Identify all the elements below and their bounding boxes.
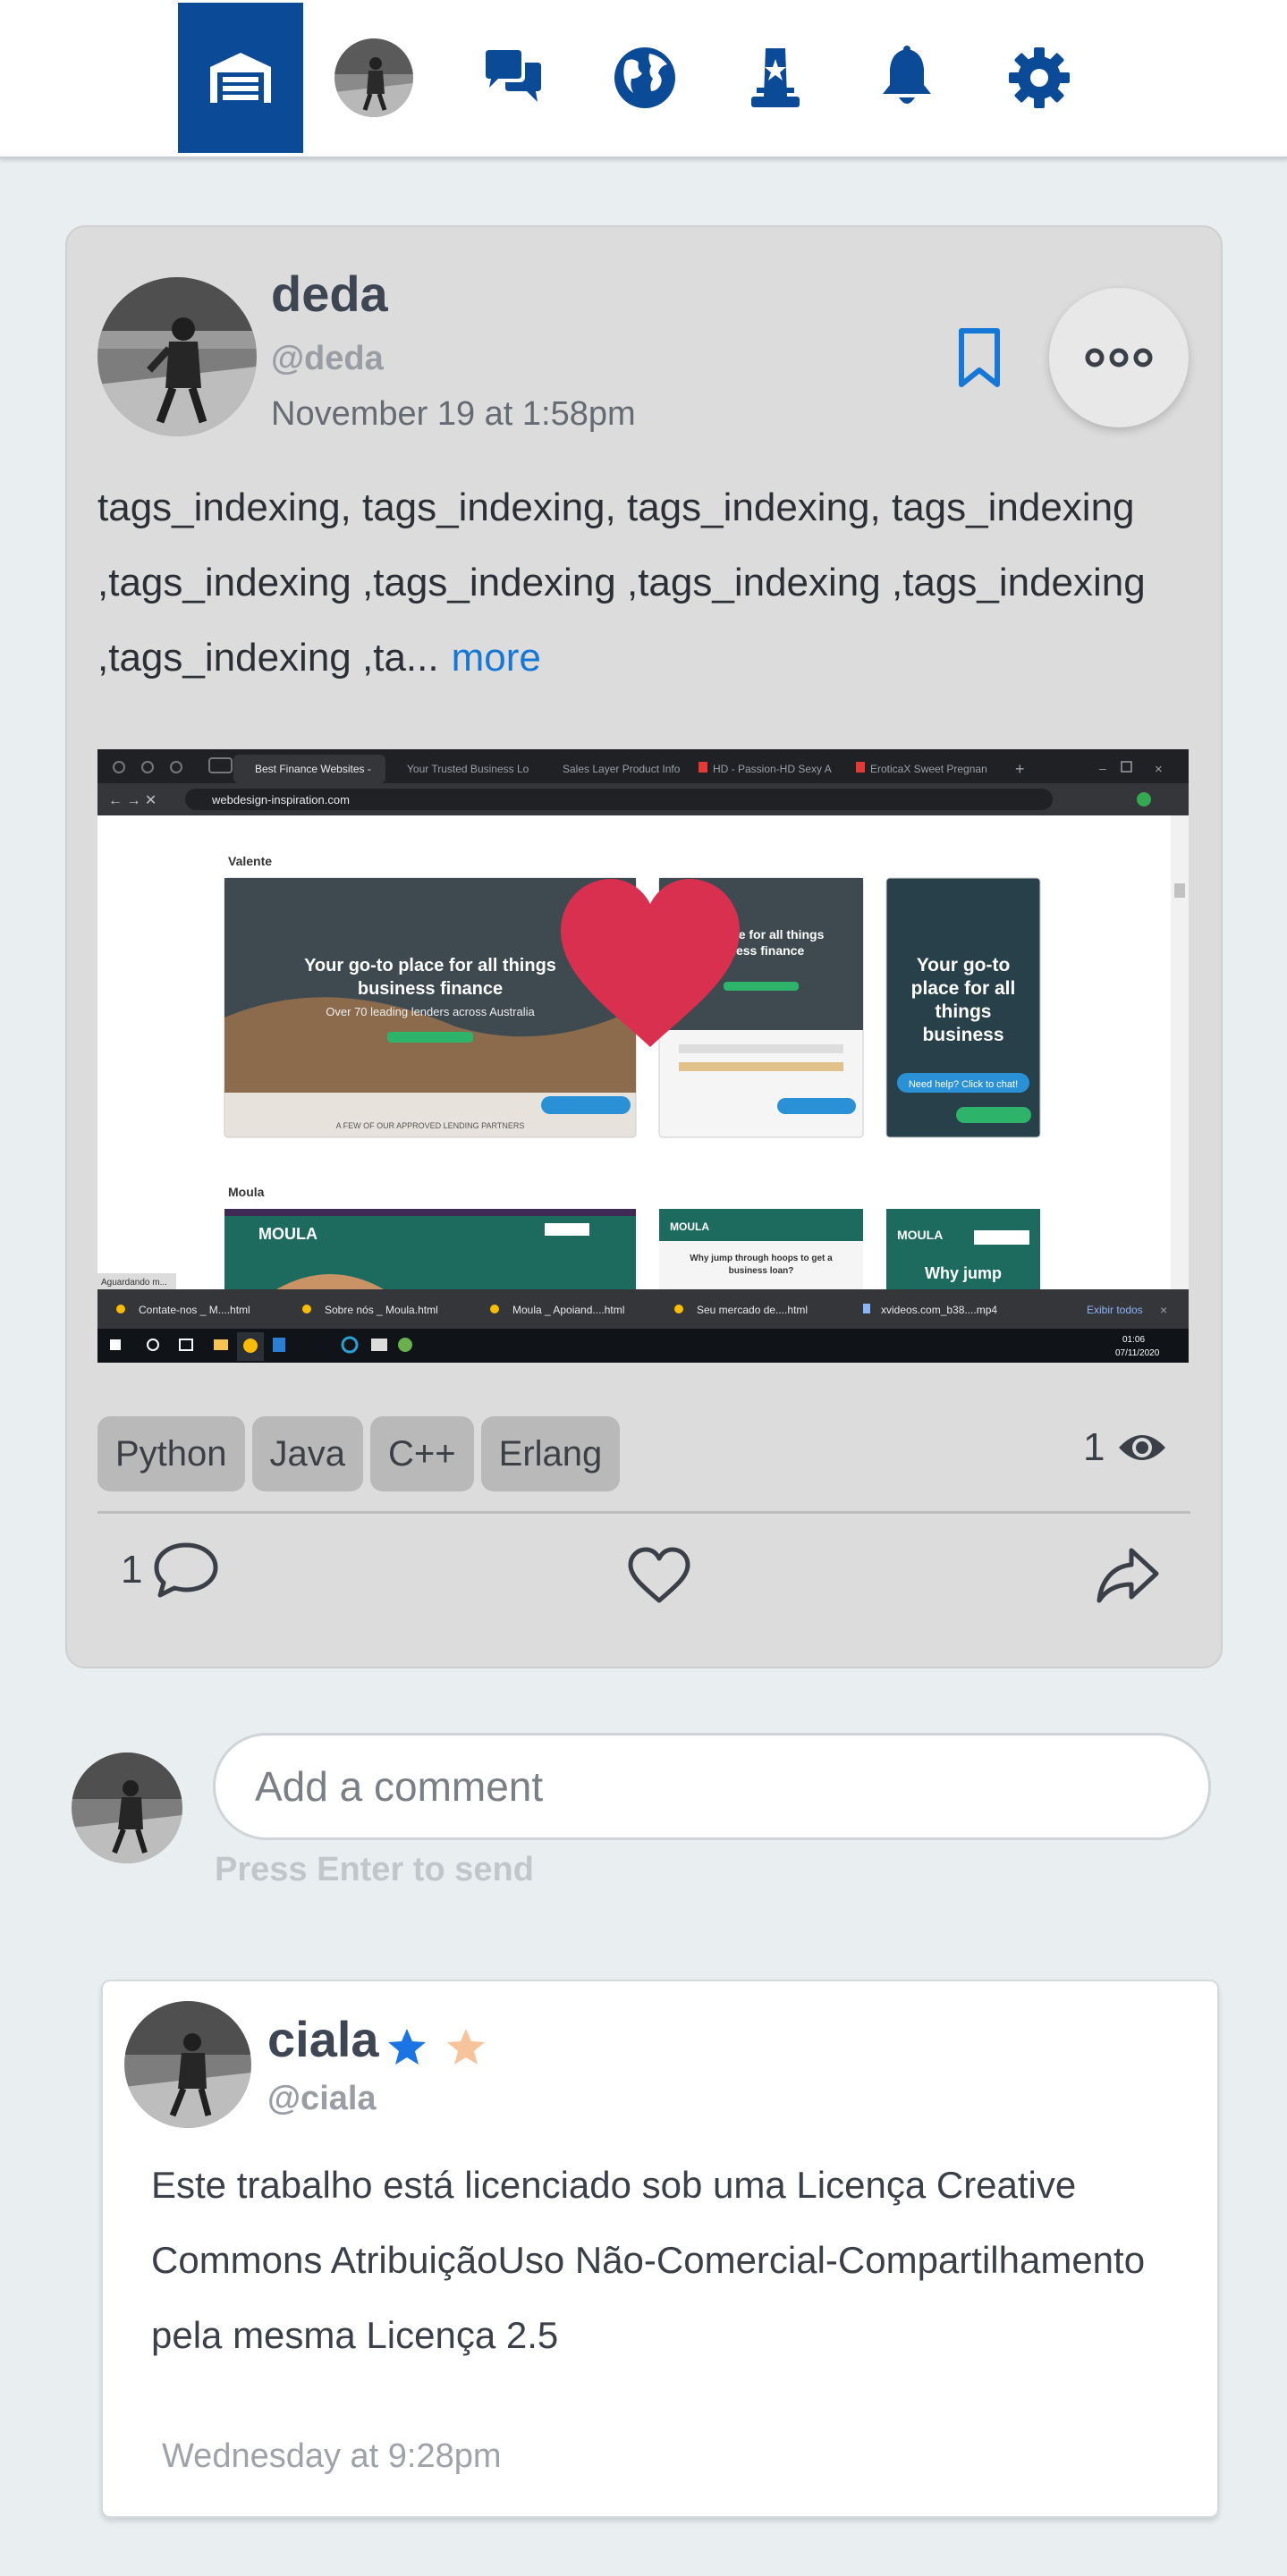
post-body: tags_indexing, tags_indexing, tags_index… [97,470,1207,696]
card-partners: A FEW OF OUR APPROVED LENDING PARTNERS [336,1121,525,1130]
current-user-avatar [72,1753,182,1863]
eye-icon [1119,1435,1166,1460]
tag-chip[interactable]: C++ [370,1416,474,1491]
download-item: Seu mercado de....html [697,1304,808,1316]
section-label: Valente [228,854,272,868]
svg-text:Your go-to: Your go-to [917,955,1011,976]
tag-list: Python Java C++ Erlang [97,1416,621,1491]
post-date: November 19 at 1:58pm [271,395,636,433]
avatar [334,38,413,117]
post-text: tags_indexing, tags_indexing, tags_index… [97,486,1146,680]
garage-icon [210,53,271,103]
browser-status: Aguardando m... [101,1278,167,1288]
nav-awards[interactable] [713,3,838,153]
author-name[interactable]: deda [271,265,388,323]
nav-profile[interactable] [311,3,436,153]
svg-text:MOULA: MOULA [670,1220,709,1233]
comment-count: 1 [121,1548,143,1592]
comment-text: Este trabalho está licenciado sob uma Li… [151,2164,1146,2356]
card-subtitle: Over 70 leading lenders across Australia [326,1005,535,1018]
nav-notifications[interactable] [844,3,969,153]
view-count: 1 [1083,1425,1105,1469]
browser-tab: HD - Passion-HD Sexy A [713,763,832,775]
bookmark-button[interactable] [953,327,1006,390]
svg-text:Your go-to place for all thing: Your go-to place for all things [304,956,556,976]
read-more-link[interactable]: more [452,636,541,680]
svg-text:×: × [1155,762,1163,777]
svg-text:← → ✕: ← → ✕ [108,793,157,808]
svg-text:place for all: place for all [911,978,1016,999]
commenter-avatar[interactable] [124,2001,251,2128]
divider [97,1511,1190,1514]
top-navigation [0,0,1287,159]
svg-text:things: things [936,1001,992,1022]
commenter-badges [387,2028,486,2065]
browser-tab: EroticaX Sweet Pregnan [870,763,987,775]
post-options-button[interactable] [1049,288,1189,427]
nav-explore[interactable] [582,3,707,153]
tag-chip[interactable]: Erlang [480,1416,621,1491]
post-card: deda @deda November 19 at 1:58pm tags_in… [65,225,1223,1668]
commenter-handle[interactable]: @ciala [267,2080,377,2118]
comment-hint: Press Enter to send [215,1851,534,1888]
svg-text:MOULA: MOULA [258,1225,318,1243]
author-avatar[interactable] [97,277,257,436]
commenter-name[interactable]: ciala [267,2010,379,2068]
tower-star-icon [751,48,800,107]
svg-text:MOULA: MOULA [897,1228,943,1242]
heart-icon [561,879,740,1047]
download-item: Moula _ Apoiand....html [512,1304,624,1316]
taskbar-time: 01:06 [1122,1335,1145,1345]
nav-home[interactable] [178,3,303,153]
section-label: Moula [228,1185,265,1199]
heart-icon [628,1547,690,1603]
svg-text:+: + [1015,760,1025,778]
browser-tab: Best Finance Websites - [255,763,371,775]
svg-text:–: – [1099,761,1106,775]
tag-chip[interactable]: Python [97,1416,245,1491]
tag-chip[interactable]: Java [251,1416,364,1491]
bell-icon [883,46,931,104]
bookmark-icon [959,328,1000,387]
comment-input[interactable] [213,1733,1211,1840]
svg-text:business loan?: business loan? [729,1266,794,1276]
nav-settings[interactable] [977,3,1102,153]
browser-tab: Sales Layer Product Info [563,763,681,775]
browser-tab: Your Trusted Business Lo [407,763,529,775]
svg-text:business: business [922,1025,1003,1045]
star-icon [447,2029,485,2065]
browser-url: webdesign-inspiration.com [211,793,350,807]
post-image[interactable]: Best Finance Websites - Your Trusted Bus… [97,749,1189,1363]
author-handle[interactable]: @deda [271,340,384,378]
show-all-downloads: Exibir todos [1087,1304,1143,1316]
download-item: Contate-nos _ M....html [139,1304,250,1316]
share-button[interactable] [1096,1547,1160,1609]
nav-messages[interactable] [451,3,576,153]
svg-text:Why jump through hoops to get: Why jump through hoops to get a [690,1254,833,1263]
chat-bubbles-icon [486,50,541,102]
comments-button[interactable]: 1 [121,1541,219,1599]
svg-text:business finance: business finance [358,979,503,999]
globe-icon [614,47,675,108]
download-item: xvideos.com_b38....mp4 [881,1304,997,1316]
like-button[interactable] [627,1547,691,1609]
comment-card: ciala @ciala Este trabalho está licencia… [101,1980,1219,2518]
svg-text:×: × [1160,1303,1167,1317]
star-icon [388,2029,426,2065]
download-item: Sobre nós _ Moula.html [325,1304,438,1316]
view-counter: 1 [1083,1425,1167,1470]
comment-icon [154,1542,218,1598]
gear-icon [1009,47,1070,108]
share-icon [1096,1548,1159,1603]
more-dots-icon [1085,348,1153,367]
comment-time: Wednesday at 9:28pm [162,2437,502,2475]
chat-prompt: Need help? Click to chat! [909,1079,1018,1090]
moula-short: Why jump [925,1264,1002,1282]
taskbar-date: 07/11/2020 [1115,1348,1160,1358]
